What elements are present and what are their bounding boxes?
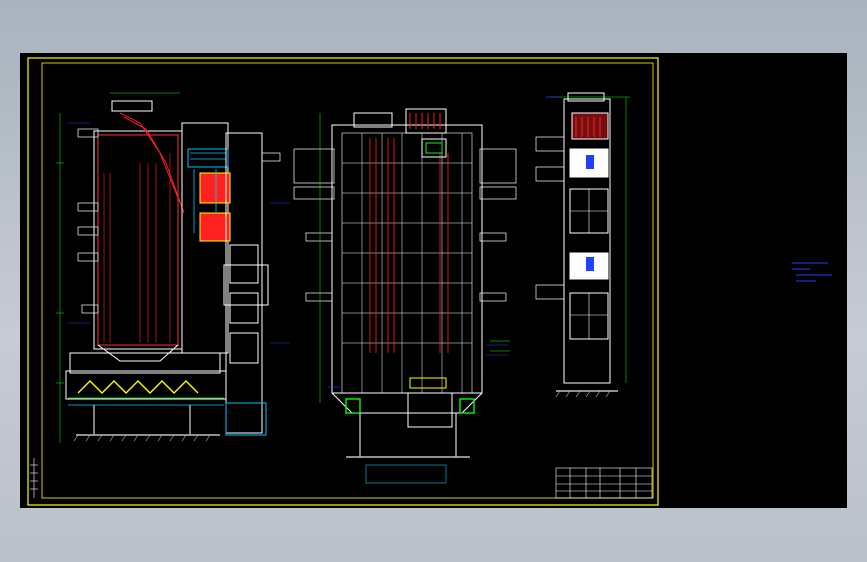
side-section-view <box>56 92 290 443</box>
front-elevation-view <box>293 108 517 484</box>
revision-column <box>30 458 38 498</box>
drawing-notes <box>792 262 832 282</box>
back-pass-elevation-view <box>535 92 630 398</box>
title-block <box>555 467 653 499</box>
boiler-drawing-svg <box>27 57 832 506</box>
cad-drawing-canvas[interactable] <box>20 53 847 508</box>
